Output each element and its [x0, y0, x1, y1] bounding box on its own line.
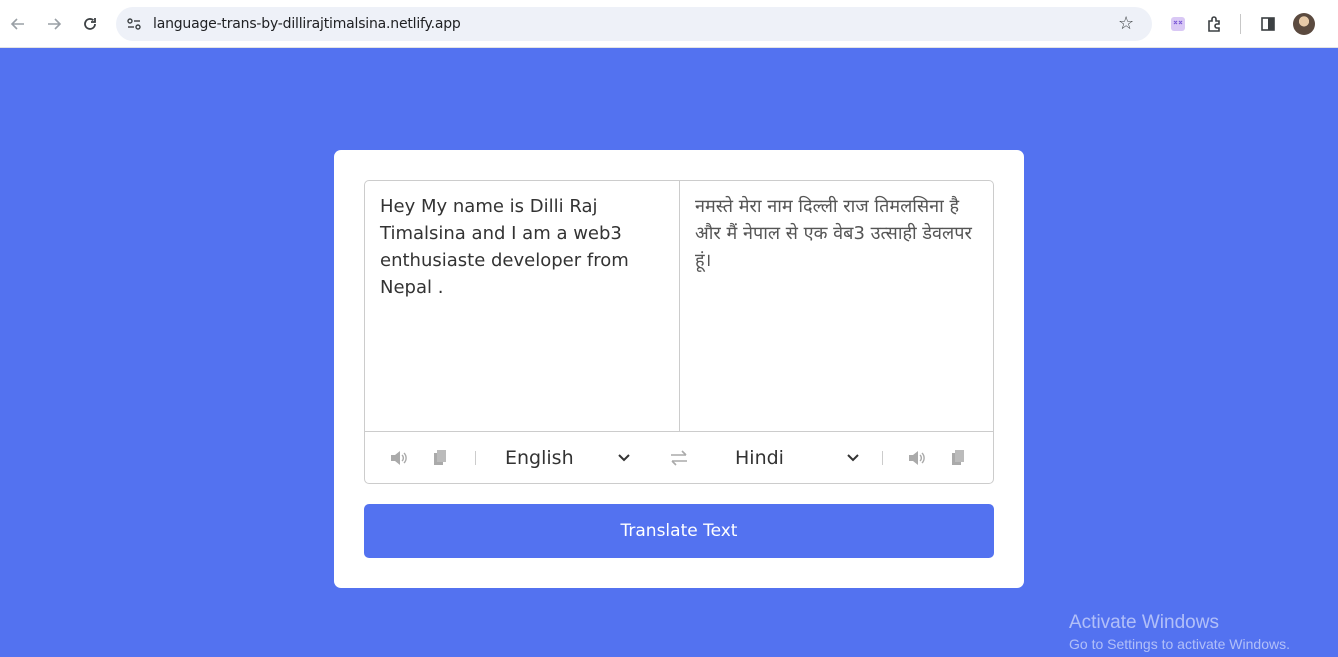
watermark-subtitle: Go to Settings to activate Windows. [1069, 636, 1290, 652]
from-textarea[interactable]: Hey My name is Dilli Raj Timalsina and I… [365, 181, 680, 431]
to-speak-button[interactable] [908, 449, 926, 467]
to-copy-button[interactable] [949, 449, 967, 467]
site-info-icon[interactable] [126, 16, 142, 32]
watermark-title: Activate Windows [1069, 612, 1219, 633]
volume-icon [391, 451, 407, 465]
side-panel-icon [1261, 17, 1275, 31]
divider [882, 451, 883, 465]
controls-row: English Hindi [365, 431, 993, 483]
bookmark-star-icon[interactable]: ☆ [1118, 13, 1134, 34]
reload-button[interactable] [78, 12, 102, 36]
url-text[interactable]: language-trans-by-dillirajtimalsina.netl… [153, 16, 461, 32]
profile-avatar[interactable] [1293, 13, 1315, 35]
translator-card: Hey My name is Dilli Raj Timalsina and I… [334, 150, 1024, 588]
back-button[interactable] [6, 12, 30, 36]
to-language-select[interactable]: Hindi [735, 444, 859, 472]
puzzle-icon [1208, 16, 1220, 32]
browser-toolbar: language-trans-by-dillirajtimalsina.netl… [0, 0, 1338, 48]
toolbar-separator [1240, 14, 1241, 34]
from-copy-button[interactable] [431, 449, 449, 467]
from-speak-button[interactable] [390, 449, 408, 467]
side-panel-button[interactable] [1256, 12, 1280, 36]
to-textarea[interactable]: नमस्ते मेरा नाम दिल्ली राज तिमलसिना है औ… [680, 181, 993, 431]
from-language-label: English [505, 447, 574, 469]
address-bar[interactable]: language-trans-by-dillirajtimalsina.netl… [116, 7, 1152, 41]
extension-icon[interactable] [1166, 12, 1190, 36]
arrow-left-icon [10, 18, 24, 30]
volume-icon [909, 451, 925, 465]
extension-app-icon [1171, 17, 1185, 31]
chevron-down-icon [618, 454, 630, 462]
forward-button[interactable] [42, 12, 66, 36]
from-language-select[interactable]: English [505, 444, 630, 472]
divider [475, 451, 476, 465]
arrow-right-icon [48, 18, 62, 30]
translate-button[interactable]: Translate Text [364, 504, 994, 558]
reload-icon [84, 18, 96, 30]
copy-icon [952, 450, 964, 465]
extensions-puzzle-button[interactable] [1203, 12, 1227, 36]
chevron-down-icon [847, 454, 859, 462]
to-language-label: Hindi [735, 447, 784, 469]
copy-icon [434, 450, 446, 465]
translator-wrapper: Hey My name is Dilli Raj Timalsina and I… [364, 180, 994, 484]
exchange-icon[interactable] [669, 448, 689, 468]
windows-activation-watermark: Activate Windows Go to Settings to activ… [1069, 612, 1290, 652]
